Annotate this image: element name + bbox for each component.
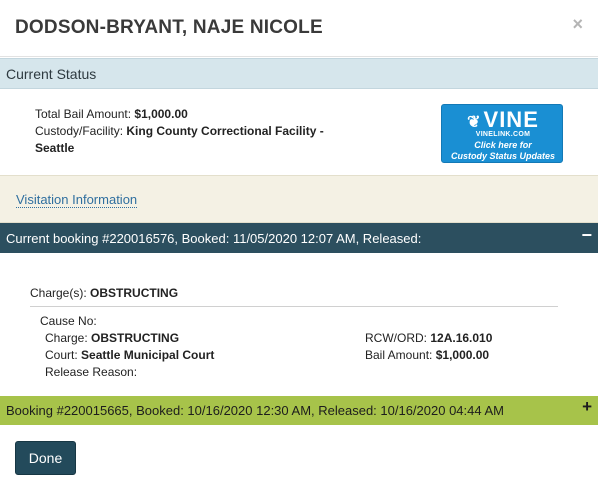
modal-header: DODSON-BRYANT, NAJE NICOLE × bbox=[0, 0, 598, 57]
bail-amount-value: $1,000.00 bbox=[134, 107, 188, 121]
current-status-heading-bar: Current Status bbox=[0, 58, 598, 89]
vine-logo: ❦VINE bbox=[442, 107, 564, 133]
vine-cta-line2: Custody Status Updates bbox=[450, 151, 555, 161]
collapse-icon[interactable]: − bbox=[581, 225, 592, 246]
charges-label: Charge(s): bbox=[30, 286, 87, 300]
court-label: Court: bbox=[45, 348, 78, 362]
current-booking-header[interactable]: Current booking #220016576, Booked: 11/0… bbox=[0, 223, 598, 253]
court-value: Seattle Municipal Court bbox=[81, 348, 215, 362]
vine-logo-text: VINE bbox=[483, 107, 539, 132]
cause-no-label: Cause No: bbox=[40, 314, 97, 328]
charge-line: Charge: OBSTRUCTING bbox=[45, 331, 179, 345]
close-icon[interactable]: × bbox=[572, 14, 583, 35]
current-status-section: Total Bail Amount: $1,000.00 Custody/Fac… bbox=[0, 89, 598, 175]
vine-leaf-icon: ❦ bbox=[467, 114, 482, 131]
charges-value: OBSTRUCTING bbox=[90, 286, 179, 300]
done-button[interactable]: Done bbox=[15, 441, 76, 475]
bail-amount-label: Total Bail Amount: bbox=[35, 107, 132, 121]
charge-bail-value: $1,000.00 bbox=[435, 348, 490, 362]
expand-icon[interactable]: + bbox=[582, 397, 592, 417]
cause-no-line: Cause No: bbox=[40, 314, 97, 328]
inmate-name-title: DODSON-BRYANT, NAJE NICOLE bbox=[15, 17, 323, 38]
vine-custody-updates-button[interactable]: ❦VINE VINELINK.COM Click here for Custod… bbox=[441, 104, 563, 163]
vine-site-text: VINELINK.COM bbox=[475, 131, 531, 138]
charge-bail-label: Bail Amount: bbox=[365, 348, 433, 362]
current-booking-details: Charge(s): OBSTRUCTING Cause No: Charge:… bbox=[0, 253, 598, 396]
court-line: Court: Seattle Municipal Court bbox=[45, 348, 214, 362]
rcw-label: RCW/ORD: bbox=[365, 331, 427, 345]
previous-booking-title: Booking #220015665, Booked: 10/16/2020 1… bbox=[6, 403, 505, 418]
release-reason-label: Release Reason: bbox=[45, 365, 138, 379]
rcw-line: RCW/ORD: 12A.16.010 bbox=[365, 331, 492, 345]
facility-line: Custody/Facility: King County Correction… bbox=[35, 123, 365, 157]
facility-label: Custody/Facility: bbox=[35, 124, 124, 138]
charge-label: Charge: bbox=[45, 331, 88, 345]
rcw-value: 12A.16.010 bbox=[430, 331, 493, 345]
previous-booking-header[interactable]: Booking #220015665, Booked: 10/16/2020 1… bbox=[0, 396, 598, 425]
visitation-section: Visitation Information bbox=[0, 175, 598, 223]
charge-value: OBSTRUCTING bbox=[91, 331, 180, 345]
visitation-information-link[interactable]: Visitation Information bbox=[16, 192, 138, 208]
current-booking-title: Current booking #220016576, Booked: 11/0… bbox=[6, 231, 422, 246]
release-reason-line: Release Reason: bbox=[45, 365, 137, 379]
vine-cta-line1: Click here for bbox=[474, 140, 532, 150]
current-status-heading: Current Status bbox=[6, 66, 97, 82]
custody-info: Total Bail Amount: $1,000.00 Custody/Fac… bbox=[35, 106, 365, 157]
bail-amount-line: Total Bail Amount: $1,000.00 bbox=[35, 106, 365, 123]
charges-divider bbox=[30, 306, 558, 307]
charge-bail-line: Bail Amount: $1,000.00 bbox=[365, 348, 489, 362]
charges-summary: Charge(s): OBSTRUCTING bbox=[30, 286, 178, 300]
